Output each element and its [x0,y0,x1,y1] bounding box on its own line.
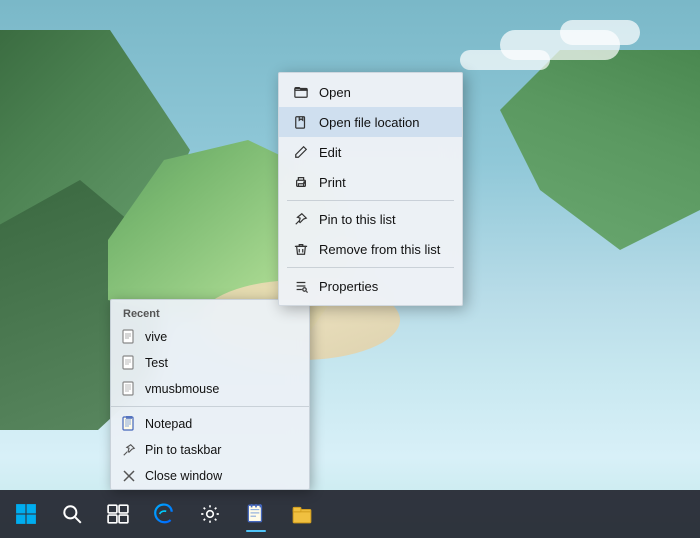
vmusbmouse-document-icon [121,381,137,397]
notepad-action-label: Notepad [145,417,192,431]
ctx-edit[interactable]: Edit [279,137,462,167]
explorer-icon [291,503,313,525]
settings-button[interactable] [188,492,232,536]
windows-icon [15,503,37,525]
ctx-divider-2 [287,267,454,268]
edit-icon [293,144,309,160]
settings-icon [199,503,221,525]
pin-icon [293,211,309,227]
vmusbmouse-label: vmusbmouse [145,382,219,396]
trash-icon [293,241,309,257]
jump-list-item-vive[interactable]: vive [111,324,309,350]
ctx-open-file-location-label: Open file location [319,115,419,130]
notepad-taskbar-button[interactable] [234,492,278,536]
ctx-print[interactable]: Print [279,167,462,197]
folder-open-icon [293,84,309,100]
ctx-pin-to-list-label: Pin to this list [319,212,396,227]
ctx-properties[interactable]: Properties [279,271,462,301]
ctx-open-label: Open [319,85,351,100]
task-view-icon [107,503,129,525]
edge-button[interactable] [142,492,186,536]
start-button[interactable] [4,492,48,536]
cloud-3 [460,50,550,70]
ctx-print-label: Print [319,175,346,190]
ctx-properties-label: Properties [319,279,378,294]
jump-list-pin-taskbar[interactable]: Pin to taskbar [111,437,309,463]
cloud-2 [560,20,640,45]
jump-list-notepad[interactable]: Notepad [111,411,309,437]
search-button[interactable] [50,492,94,536]
pin-taskbar-label: Pin to taskbar [145,443,221,457]
properties-icon [293,278,309,294]
print-icon [293,174,309,190]
notepad-taskbar-icon [245,503,267,525]
task-view-button[interactable] [96,492,140,536]
test-document-icon [121,355,137,371]
jump-list: Recent vive Test [110,299,310,490]
ctx-remove-from-list-label: Remove from this list [319,242,440,257]
search-icon [61,503,83,525]
explorer-button[interactable] [280,492,324,536]
close-action-icon [121,468,137,484]
vive-label: vive [145,330,167,344]
ctx-divider-1 [287,200,454,201]
file-location-icon [293,114,309,130]
ctx-remove-from-list[interactable]: Remove from this list [279,234,462,264]
vive-document-icon [121,329,137,345]
jump-list-item-test[interactable]: Test [111,350,309,376]
edge-icon [153,503,175,525]
ctx-pin-to-list[interactable]: Pin to this list [279,204,462,234]
taskbar [0,490,700,538]
jump-list-item-vmusbmouse[interactable]: vmusbmouse [111,376,309,402]
ctx-open-file-location[interactable]: Open file location [279,107,462,137]
close-window-label: Close window [145,469,222,483]
ctx-open[interactable]: Open [279,77,462,107]
jump-list-close-window[interactable]: Close window [111,463,309,489]
pin-action-icon [121,442,137,458]
context-menu: Open Open file location Edit [278,72,463,306]
jump-list-divider [111,406,309,407]
test-label: Test [145,356,168,370]
ctx-edit-label: Edit [319,145,341,160]
notepad-icon [121,416,137,432]
